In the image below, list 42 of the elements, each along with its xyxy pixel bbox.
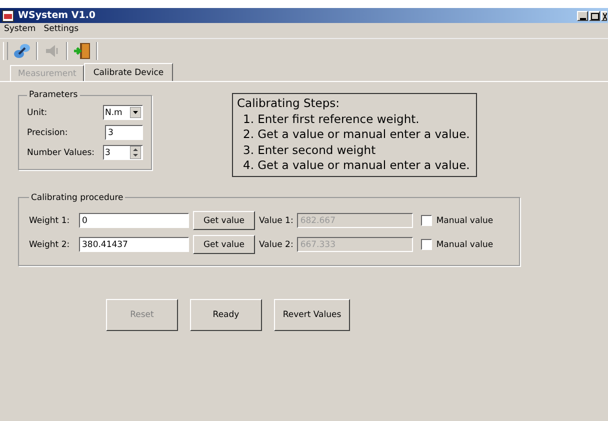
- field-label: Precision:: [27, 128, 68, 138]
- get-value-button[interactable]: Get value: [193, 235, 255, 254]
- field-label: Weight 1:: [29, 216, 71, 226]
- tab[interactable]: Calibrate Device: [84, 63, 173, 81]
- precision-field[interactable]: 3: [105, 125, 143, 140]
- dropdown-arrow-icon[interactable]: [130, 107, 141, 118]
- checkbox[interactable]: [421, 239, 432, 250]
- checkbox-label: Manual value: [436, 216, 494, 226]
- app-icon: [2, 10, 14, 22]
- maximize-button[interactable]: [589, 10, 600, 20]
- connect-icon[interactable]: [13, 42, 31, 60]
- exit-door-icon[interactable]: [73, 42, 91, 60]
- menu-item[interactable]: Settings: [44, 24, 79, 37]
- checkbox-label: Manual value: [436, 240, 494, 250]
- action-button[interactable]: Revert Values: [274, 298, 350, 330]
- close-button[interactable]: [601, 10, 607, 20]
- group-title: Calibrating procedure: [30, 192, 124, 202]
- field-label: Weight 2:: [29, 240, 71, 250]
- weight-field[interactable]: 0: [79, 213, 189, 228]
- step-text: 4. Get a value or manual enter a value.: [242, 158, 470, 174]
- maximize-icon: [590, 12, 598, 20]
- window-title: WSystem V1.0: [18, 10, 97, 21]
- field-label: Unit:: [27, 108, 48, 118]
- field-label: Number Values:: [27, 148, 94, 158]
- minimize-button[interactable]: [577, 10, 588, 20]
- number-values-spinbox[interactable]: 3: [103, 145, 143, 160]
- minimize-icon: [580, 18, 586, 20]
- get-value-button[interactable]: Get value: [193, 211, 255, 230]
- step-text: 1. Enter first reference weight.: [242, 112, 420, 127]
- checkbox[interactable]: [421, 215, 432, 226]
- step-text: 2. Get a value or manual enter a value.: [242, 127, 470, 142]
- step-text: 3. Enter second weight: [242, 142, 377, 158]
- action-button[interactable]: Ready: [190, 298, 262, 330]
- weight-field[interactable]: 380.41437: [79, 237, 189, 252]
- group-title: Parameters: [28, 90, 79, 100]
- steps-title: Calibrating Steps:: [237, 96, 341, 112]
- field-label: Value 2:: [259, 240, 294, 250]
- spin-arrows-icon[interactable]: [130, 146, 141, 159]
- unit-dropdown[interactable]: N.m: [103, 105, 143, 120]
- field-label: Value 1:: [259, 216, 294, 226]
- menu-item[interactable]: System: [4, 24, 36, 37]
- close-icon: [602, 12, 606, 20]
